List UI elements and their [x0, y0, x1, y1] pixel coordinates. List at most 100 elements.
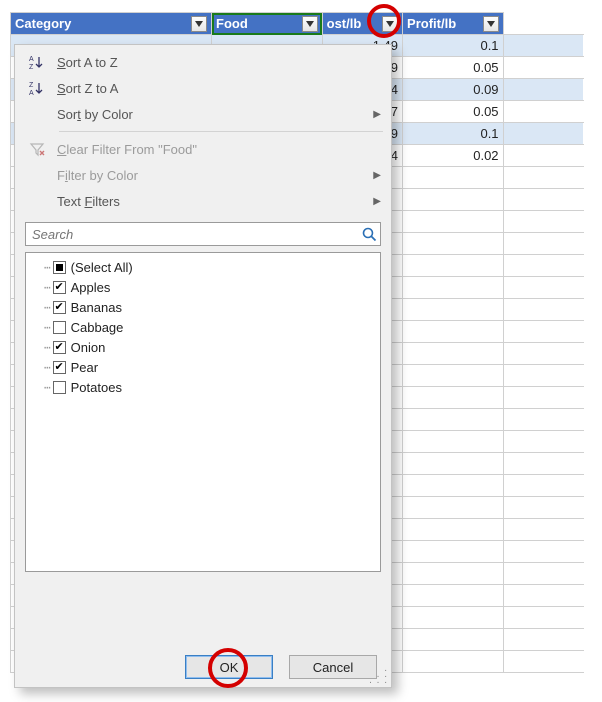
cell[interactable]	[403, 299, 504, 321]
cell[interactable]	[503, 145, 583, 167]
cell[interactable]	[503, 189, 583, 211]
cell[interactable]: 0.05	[403, 101, 504, 123]
cell[interactable]: 0.05	[403, 57, 504, 79]
cell[interactable]	[503, 343, 583, 365]
cell[interactable]	[403, 409, 504, 431]
checkbox[interactable]	[53, 321, 66, 334]
cell[interactable]	[403, 343, 504, 365]
cell[interactable]	[503, 651, 583, 673]
cell[interactable]	[403, 585, 504, 607]
checkbox[interactable]	[53, 381, 66, 394]
cell[interactable]	[403, 387, 504, 409]
cell[interactable]	[403, 651, 504, 673]
filter-item[interactable]: ⋯Apples	[30, 277, 376, 297]
cell[interactable]	[503, 541, 583, 563]
cell[interactable]	[503, 365, 583, 387]
menu-sort-az[interactable]: AZ Sort A to Z	[15, 49, 391, 75]
cell[interactable]	[503, 233, 583, 255]
cell[interactable]	[403, 519, 504, 541]
filter-dropdown-profit[interactable]	[483, 16, 499, 32]
menu-label: Filter by Color	[57, 168, 138, 183]
cell[interactable]	[403, 365, 504, 387]
cell[interactable]: 0.1	[403, 35, 504, 57]
svg-text:Z: Z	[29, 82, 34, 89]
cell[interactable]	[403, 321, 504, 343]
cell[interactable]	[403, 497, 504, 519]
filter-item[interactable]: ⋯Potatoes	[30, 377, 376, 397]
cell[interactable]	[503, 167, 583, 189]
cell[interactable]	[503, 299, 583, 321]
cell[interactable]	[503, 497, 583, 519]
cell[interactable]	[503, 409, 583, 431]
checkbox[interactable]	[53, 281, 66, 294]
cell[interactable]	[503, 211, 583, 233]
cell[interactable]	[503, 101, 583, 123]
cell[interactable]	[503, 57, 583, 79]
filter-search-box[interactable]	[25, 222, 381, 246]
col-header-cost[interactable]: ost/lb	[322, 13, 402, 35]
checkbox[interactable]	[53, 301, 66, 314]
cell[interactable]	[403, 211, 504, 233]
cell[interactable]	[503, 431, 583, 453]
filter-item[interactable]: ⋯Onion	[30, 337, 376, 357]
cell[interactable]	[503, 277, 583, 299]
ok-button[interactable]: OK	[185, 655, 273, 679]
cell[interactable]	[503, 453, 583, 475]
cell[interactable]	[403, 629, 504, 651]
filter-dropdown-food[interactable]	[302, 16, 318, 32]
menu-label: Sort Z to A	[57, 81, 118, 96]
resize-grip-icon[interactable]: .. .. . .	[369, 666, 388, 684]
cell[interactable]	[403, 277, 504, 299]
cell[interactable]	[403, 475, 504, 497]
menu-text-filters[interactable]: Text Filters ▶	[15, 188, 391, 214]
cell[interactable]: 0.02	[403, 145, 504, 167]
cell[interactable]	[503, 629, 583, 651]
cell[interactable]	[403, 563, 504, 585]
cell[interactable]: 0.1	[403, 123, 504, 145]
filter-item-label: Cabbage	[71, 320, 124, 335]
cell[interactable]	[503, 607, 583, 629]
col-header-food[interactable]: Food	[212, 13, 323, 35]
filter-item[interactable]: ⋯Bananas	[30, 297, 376, 317]
menu-label: Text Filters	[57, 194, 120, 209]
menu-sort-by-color[interactable]: Sort by Color ▶	[15, 101, 391, 127]
checkbox[interactable]	[53, 261, 66, 274]
cell[interactable]	[503, 79, 583, 101]
cell[interactable]	[503, 321, 583, 343]
filter-dropdown-category[interactable]	[191, 16, 207, 32]
col-header-profit[interactable]: Profit/lb	[403, 13, 504, 35]
cell[interactable]	[503, 563, 583, 585]
cell[interactable]: 0.09	[403, 79, 504, 101]
filter-values-list[interactable]: ⋯(Select All)⋯Apples⋯Bananas⋯Cabbage⋯Oni…	[25, 252, 381, 572]
cell[interactable]	[503, 255, 583, 277]
filter-dropdown-cost[interactable]	[382, 16, 398, 32]
caret-down-icon	[306, 21, 314, 27]
filter-item-label: Apples	[71, 280, 111, 295]
cancel-button[interactable]: Cancel	[289, 655, 377, 679]
cell[interactable]	[503, 35, 583, 57]
col-header-category[interactable]: Category	[11, 13, 212, 35]
cell[interactable]	[403, 167, 504, 189]
menu-separator	[59, 131, 383, 132]
cell[interactable]	[403, 541, 504, 563]
cell[interactable]	[503, 475, 583, 497]
menu-sort-za[interactable]: ZA Sort Z to A	[15, 75, 391, 101]
col-header-label: Category	[15, 16, 71, 31]
cell[interactable]	[503, 519, 583, 541]
filter-item[interactable]: ⋯Pear	[30, 357, 376, 377]
cell[interactable]	[403, 431, 504, 453]
cell[interactable]	[403, 453, 504, 475]
filter-item[interactable]: ⋯(Select All)	[30, 257, 376, 277]
cell[interactable]	[403, 255, 504, 277]
cell[interactable]	[403, 189, 504, 211]
filter-item[interactable]: ⋯Cabbage	[30, 317, 376, 337]
checkbox[interactable]	[53, 361, 66, 374]
cell[interactable]	[403, 607, 504, 629]
cell[interactable]	[403, 233, 504, 255]
cell[interactable]	[503, 123, 583, 145]
search-input[interactable]	[26, 227, 358, 242]
clear-filter-icon	[27, 141, 47, 157]
cell[interactable]	[503, 585, 583, 607]
checkbox[interactable]	[53, 341, 66, 354]
cell[interactable]	[503, 387, 583, 409]
